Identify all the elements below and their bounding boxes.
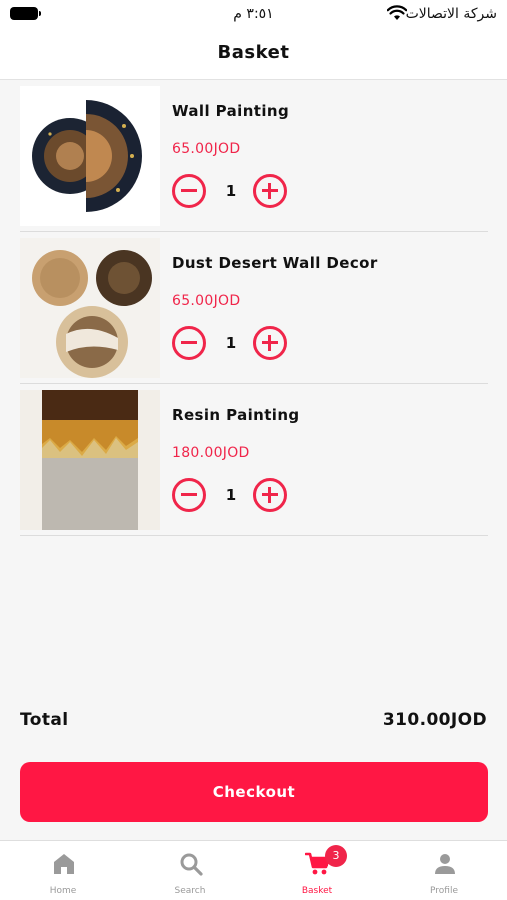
- wall-decor-image[interactable]: [20, 238, 160, 378]
- basket-item: Wall Painting 65.00JOD 1: [20, 80, 488, 232]
- search-icon: [180, 853, 203, 876]
- tab-label: Search: [174, 886, 206, 896]
- tab-basket[interactable]: 3 Basket: [254, 841, 380, 900]
- increase-quantity-button[interactable]: [253, 326, 287, 360]
- basket-item: Resin Painting 180.00JOD 1: [20, 384, 488, 536]
- basket-item: Dust Desert Wall Decor 65.00JOD 1: [20, 232, 488, 384]
- tab-label: Basket: [301, 886, 333, 896]
- tab-profile[interactable]: Profile: [381, 841, 507, 900]
- item-price: 180.00JOD: [172, 445, 250, 461]
- total-value: 310.00JOD: [382, 710, 487, 730]
- tab-bar: Home Search 3 Basket Profile: [0, 840, 507, 900]
- wifi-icon: [387, 5, 407, 20]
- item-name: Resin Painting: [172, 406, 300, 424]
- decrease-quantity-button[interactable]: [172, 174, 206, 208]
- item-quantity: 1: [225, 334, 237, 352]
- decrease-quantity-button[interactable]: [172, 326, 206, 360]
- tab-search[interactable]: Search: [127, 841, 253, 900]
- total-label: Total: [20, 710, 69, 730]
- checkout-button[interactable]: Checkout: [20, 762, 488, 822]
- item-price: 65.00JOD: [172, 293, 241, 309]
- item-name: Dust Desert Wall Decor: [172, 254, 378, 272]
- nav-header: Basket: [0, 30, 507, 80]
- decrease-quantity-button[interactable]: [172, 478, 206, 512]
- increase-quantity-button[interactable]: [253, 478, 287, 512]
- item-name: Wall Painting: [172, 102, 290, 120]
- wall-painting-image[interactable]: [20, 86, 160, 226]
- item-quantity: 1: [225, 486, 237, 504]
- tab-label: Profile: [430, 886, 458, 896]
- cart-count-badge: 3: [325, 845, 347, 867]
- increase-quantity-button[interactable]: [253, 174, 287, 208]
- carrier-name: شركة الاتصالات: [405, 6, 497, 22]
- profile-icon: [435, 854, 455, 874]
- tab-label: Home: [49, 886, 77, 896]
- item-price: 65.00JOD: [172, 141, 241, 157]
- tab-home[interactable]: Home: [0, 841, 126, 900]
- home-icon: [54, 854, 74, 874]
- item-quantity: 1: [225, 182, 237, 200]
- page-title: Basket: [217, 42, 290, 63]
- resin-painting-image[interactable]: [20, 390, 160, 530]
- status-bar: ٣:٥١ م شركة الاتصالات: [0, 0, 507, 30]
